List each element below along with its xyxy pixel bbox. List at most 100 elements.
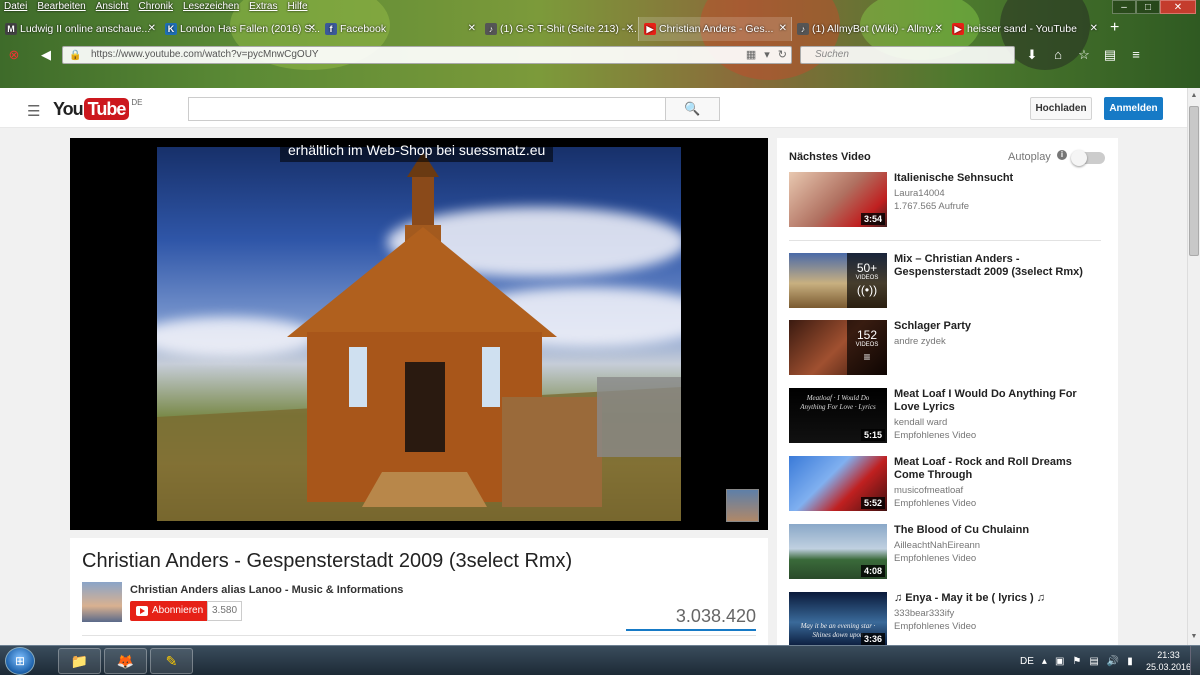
menu-item-ansicht[interactable]: Ansicht [96,0,129,15]
tab-close-icon[interactable]: ✕ [468,17,476,41]
playlist-label: VIDEOS [855,275,879,281]
youtube-search-input[interactable] [188,97,666,121]
tab-label: Christian Anders - Ges... [659,23,774,35]
language-indicator[interactable]: DE [1020,656,1034,667]
channel-watermark[interactable] [726,489,759,522]
related-video-item[interactable]: 5:52 Meat Loaf - Rock and Roll Dreams Co… [789,456,1109,512]
tab-close-icon[interactable]: ✕ [148,17,156,41]
reload-icon[interactable]: ↻ [778,47,787,63]
related-video-item[interactable]: 50+ VIDEOS ((•)) Mix – Christian Anders … [789,253,1109,309]
menu-item-datei[interactable]: Datei [4,0,27,15]
tab-christian-anders[interactable]: ▶ Christian Anders - Ges... ✕ [638,17,792,41]
tray-expand-icon[interactable]: ▴ [1042,656,1047,667]
related-video-item[interactable]: Meatloaf · I Would Do Anything For Love … [789,388,1109,444]
youtube-search-button[interactable]: 🔍 [665,97,720,121]
video-thumbnail[interactable]: 50+ VIDEOS ((•)) [789,253,887,308]
tab-close-icon[interactable]: ✕ [935,17,943,41]
scroll-thumb[interactable] [1189,106,1199,256]
video-item-title[interactable]: Meat Loaf - Rock and Roll Dreams Come Th… [894,456,1104,482]
video-thumbnail[interactable]: 4:08 [789,524,887,579]
menu-item-bearbeiten[interactable]: Bearbeiten [37,0,85,15]
video-item-title[interactable]: Schlager Party [894,320,1104,333]
signal-icon[interactable]: ▮ [1127,656,1133,667]
toolbar-icons: ⬇ ⌂ ☆ ▤ ≡ [1022,44,1146,66]
subscribe-button[interactable]: Abonnieren [130,601,210,621]
maximize-button[interactable]: □ [1136,0,1160,14]
taskbar-explorer-button[interactable]: 📁 [58,648,101,674]
youtube-logo[interactable]: You Tube DE [53,98,142,120]
taskbar-firefox-button[interactable]: 🦊 [104,648,147,674]
new-tab-button[interactable]: + [1102,17,1127,41]
tab-facebook[interactable]: f Facebook ✕ [320,17,480,41]
tab-london-has-fallen[interactable]: K London Has Fallen (2016) S... ✕ [160,17,320,41]
clock-time: 21:33 [1157,650,1180,660]
reader-icon[interactable]: ▦ [746,47,756,63]
video-thumbnail[interactable]: 3:54 [789,172,887,227]
tab-close-icon[interactable]: ✕ [308,17,316,41]
tab-ludwig[interactable]: M Ludwig II online anschaue... ✕ [0,17,160,41]
menu-item-hilfe[interactable]: Hilfe [288,0,308,15]
start-button[interactable]: ⊞ [5,647,35,675]
download-icon[interactable]: ⬇ [1022,44,1042,66]
tab-favicon: ♪ [797,23,809,35]
scroll-down-icon[interactable]: ▼ [1188,631,1200,643]
flag-icon[interactable]: ⚑ [1072,656,1081,667]
video-thumbnail[interactable]: 152 VIDEOS ≡ [789,320,887,375]
tab-heisser-sand[interactable]: ▶ heisser sand - YouTube ✕ [947,17,1102,41]
tab-close-icon[interactable]: ✕ [626,17,634,41]
upload-button[interactable]: Hochladen [1030,97,1092,120]
video-item-title[interactable]: Mix – Christian Anders - Gespensterstadt… [894,253,1104,279]
thumbnail-lyrics-text: Meatloaf · I Would Do Anything For Love … [800,394,876,411]
channel-avatar[interactable] [82,582,122,622]
close-window-button[interactable]: ✕ [1160,0,1196,14]
addon-icon[interactable]: ⊗ [4,46,24,64]
video-item-title[interactable]: Meat Loaf I Would Do Anything For Love L… [894,388,1104,414]
taskbar-app-button[interactable]: ✎ [150,648,193,674]
menu-item-extras[interactable]: Extras [249,0,277,15]
menu-icon[interactable]: ≡ [1126,44,1146,66]
tab-close-icon[interactable]: ✕ [1090,17,1098,41]
autoplay-toggle[interactable] [1071,150,1105,166]
subscriber-count: 3.580 [207,601,243,621]
tab-favicon: M [5,23,17,35]
menu-item-lesezeichen[interactable]: Lesezeichen [183,0,239,15]
related-video-item[interactable]: 3:54 Italienische Sehnsucht Laura14004 1… [789,172,1109,228]
mix-icon: ((•)) [856,283,878,297]
tab-gs-tshit[interactable]: ♪ (1) G-S T-Shit (Seite 213) - ... ✕ [480,17,638,41]
system-clock[interactable]: 21:33 25.03.2016 [1146,649,1191,673]
video-item-title[interactable]: ♫ Enya - May it be ( lyrics ) ♫ [894,592,1104,605]
pen-icon: ✎ [165,653,178,669]
bookmark-star-icon[interactable]: ☆ [1074,44,1094,66]
channel-name-link[interactable]: Christian Anders alias Lanoo - Music & I… [130,584,403,596]
volume-icon[interactable]: 🔊 [1107,656,1119,667]
dropdown-chevron-icon[interactable]: ▾ [764,47,770,63]
video-player[interactable]: erhältlich im Web-Shop bei suessmatz.eu [70,138,768,530]
video-thumbnail[interactable]: Meatloaf · I Would Do Anything For Love … [789,388,887,443]
menu-item-chronik[interactable]: Chronik [139,0,173,15]
show-desktop-button[interactable] [1190,646,1200,675]
url-bar[interactable]: 🔒 https://www.youtube.com/watch?v=pycMnw… [62,46,792,64]
video-item-title[interactable]: The Blood of Cu Chulainn [894,524,1104,537]
url-actions: ▦ ▾ ↻ [746,47,787,63]
page-scrollbar[interactable]: ▲ ▼ [1187,88,1200,645]
minimize-button[interactable]: – [1112,0,1136,14]
video-thumbnail[interactable]: May it be an evening star · Shines down … [789,592,887,647]
tab-allmybot[interactable]: ♪ (1) AllmyBot (Wiki) - Allmy... ✕ [792,17,947,41]
home-icon[interactable]: ⌂ [1048,44,1068,66]
bookmarks-list-icon[interactable]: ▤ [1100,44,1120,66]
video-item-title[interactable]: Italienische Sehnsucht [894,172,1104,185]
browser-search-input[interactable]: Suchen [800,46,1015,64]
related-video-item[interactable]: May it be an evening star · Shines down … [789,592,1109,648]
network-icon[interactable]: ▤ [1089,656,1098,667]
back-arrow-icon[interactable]: ◀ [36,46,56,64]
tab-close-icon[interactable]: ✕ [779,17,787,41]
related-video-item[interactable]: 4:08 The Blood of Cu Chulainn AilleachtN… [789,524,1109,580]
login-button[interactable]: Anmelden [1104,97,1163,120]
info-icon[interactable]: i [1057,150,1067,160]
video-item-channel: andre zydek [894,336,946,347]
video-thumbnail[interactable]: 5:52 [789,456,887,511]
hamburger-menu-icon[interactable]: ☰ [27,102,40,120]
related-video-item[interactable]: 152 VIDEOS ≡ Schlager Party andre zydek [789,320,1109,376]
tray-app-icon[interactable]: ▣ [1055,656,1064,667]
scroll-up-icon[interactable]: ▲ [1188,90,1200,102]
